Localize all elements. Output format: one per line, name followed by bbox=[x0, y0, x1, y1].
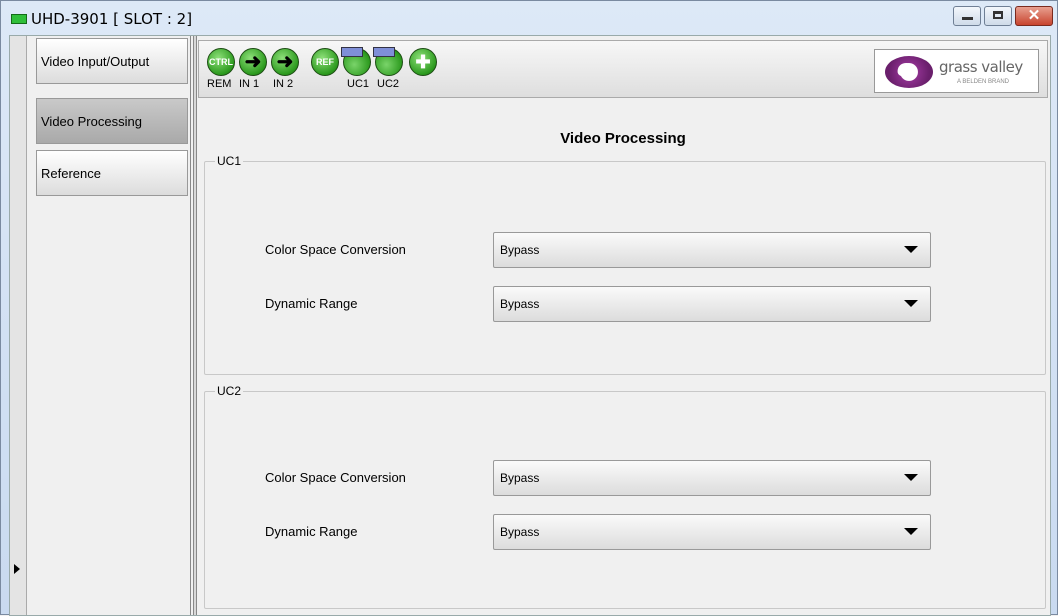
title-bar[interactable]: UHD-3901 [ SLOT : 2] ✕ bbox=[1, 1, 1057, 35]
sidebar-item-label: Video Input/Output bbox=[41, 53, 150, 69]
app-window: UHD-3901 [ SLOT : 2] ✕ Video Input/Outpu… bbox=[0, 0, 1058, 616]
status-label-uc2: UC2 bbox=[377, 78, 400, 90]
card-icon bbox=[11, 14, 27, 24]
sidebar-item-reference[interactable]: Reference bbox=[36, 150, 188, 196]
close-button[interactable]: ✕ bbox=[1015, 6, 1053, 26]
uc1-status-icon[interactable] bbox=[341, 47, 371, 76]
select-value: Bypass bbox=[500, 297, 540, 311]
input-1-arrow-icon[interactable]: ➜ bbox=[239, 48, 267, 76]
sidebar-item-video-processing[interactable]: Video Processing bbox=[36, 98, 188, 144]
client-area: Video Input/Output Video Processing Refe… bbox=[9, 35, 1051, 616]
page-title: Video Processing bbox=[560, 130, 686, 147]
dropdown-arrow-icon bbox=[904, 300, 918, 307]
window-title: UHD-3901 [ SLOT : 2] bbox=[31, 10, 193, 28]
select-value: Bypass bbox=[500, 525, 540, 539]
ref-status-icon[interactable]: REF bbox=[311, 48, 339, 76]
uc2-dynamic-range-select[interactable]: Bypass bbox=[493, 514, 931, 550]
uc1-color-space-select[interactable]: Bypass bbox=[493, 232, 931, 268]
maximize-icon bbox=[993, 11, 1003, 19]
uc2-color-space-select[interactable]: Bypass bbox=[493, 460, 931, 496]
uc2-group: UC2 Color Space Conversion Bypass Dynami… bbox=[204, 384, 1046, 609]
dropdown-arrow-icon bbox=[904, 474, 918, 481]
status-label-in2: IN 2 bbox=[273, 78, 294, 90]
color-space-conversion-label: Color Space Conversion bbox=[265, 470, 406, 485]
grass-valley-logo: G grass valley A BELDEN BRAND bbox=[874, 49, 1039, 93]
close-icon: ✕ bbox=[1027, 7, 1041, 24]
sidebar-item-label: Video Processing bbox=[41, 113, 142, 129]
select-value: Bypass bbox=[500, 243, 540, 257]
logo-tagline: A BELDEN BRAND bbox=[957, 79, 1010, 85]
color-space-conversion-label: Color Space Conversion bbox=[265, 242, 406, 257]
dropdown-arrow-icon bbox=[904, 246, 918, 253]
collapse-strip[interactable] bbox=[10, 36, 27, 615]
main-panel: CTRL REM ➜ IN 1 ➜ IN 2 REF UC1 UC2 ✚ G g… bbox=[198, 36, 1050, 615]
plus-status-icon[interactable]: ✚ bbox=[409, 48, 437, 76]
status-label-in1: IN 1 bbox=[239, 78, 260, 90]
status-label-rem: REM bbox=[207, 78, 232, 90]
minimize-icon bbox=[962, 17, 973, 20]
logo-name: grass valley bbox=[939, 58, 1023, 76]
uc1-group: UC1 Color Space Conversion Bypass Dynami… bbox=[204, 154, 1046, 375]
status-toolbar: CTRL REM ➜ IN 1 ➜ IN 2 REF UC1 UC2 ✚ G g… bbox=[198, 40, 1048, 98]
select-value: Bypass bbox=[500, 471, 540, 485]
dynamic-range-label: Dynamic Range bbox=[265, 524, 358, 539]
status-label-uc1: UC1 bbox=[347, 78, 370, 90]
maximize-button[interactable] bbox=[984, 6, 1012, 26]
minimize-button[interactable] bbox=[953, 6, 981, 26]
group-title: UC1 bbox=[215, 154, 244, 168]
dynamic-range-label: Dynamic Range bbox=[265, 296, 358, 311]
uc1-dynamic-range-select[interactable]: Bypass bbox=[493, 286, 931, 322]
uc2-status-icon[interactable] bbox=[373, 47, 403, 76]
expand-arrow-icon[interactable] bbox=[14, 564, 20, 574]
ctrl-status-icon[interactable]: CTRL bbox=[207, 48, 235, 76]
sidebar-item-video-input-output[interactable]: Video Input/Output bbox=[36, 38, 188, 84]
splitter[interactable] bbox=[193, 36, 197, 615]
sidebar-item-label: Reference bbox=[41, 165, 101, 181]
input-2-arrow-icon[interactable]: ➜ bbox=[271, 48, 299, 76]
gv-logo-icon: G bbox=[885, 56, 933, 88]
group-title: UC2 bbox=[215, 384, 244, 398]
sidebar-nav: Video Input/Output Video Processing Refe… bbox=[28, 36, 191, 615]
dropdown-arrow-icon bbox=[904, 528, 918, 535]
